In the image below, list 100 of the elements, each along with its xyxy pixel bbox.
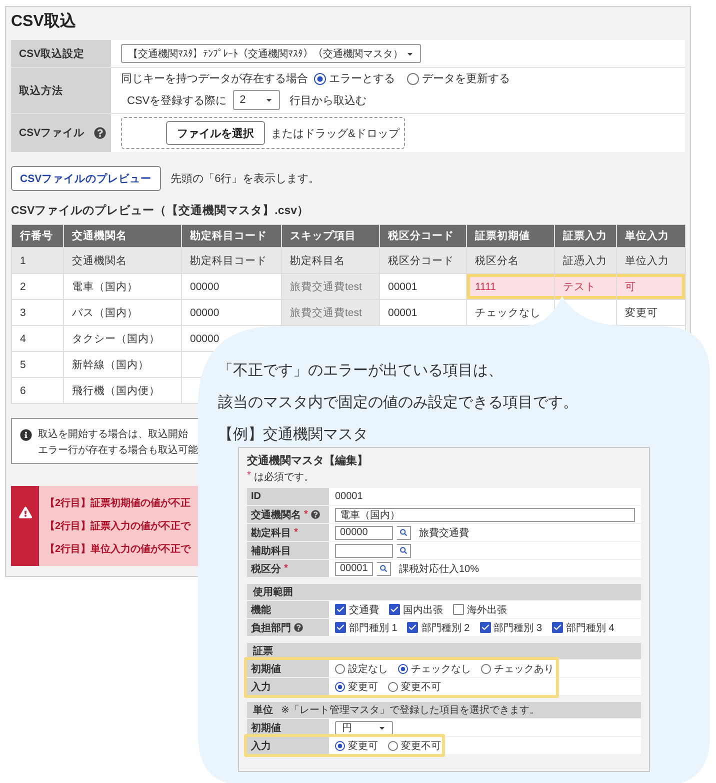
search-icon [380, 565, 387, 572]
checkbox[interactable] [389, 604, 400, 615]
radio-button[interactable] [407, 72, 419, 84]
checkbox-label: 交通費 [349, 604, 379, 616]
code-field[interactable]: 00001 [335, 562, 373, 576]
checkbox[interactable] [552, 622, 564, 633]
table-cell: 新幹線（国内） [64, 352, 182, 378]
radio-label: 変更可 [348, 740, 378, 752]
option-prompt: 同じキーを持つデータが存在する場合 [121, 72, 308, 86]
radio-button[interactable] [335, 682, 345, 692]
warning-icon [18, 506, 32, 519]
code-field[interactable]: 00000 [335, 526, 393, 540]
radio-button[interactable] [388, 740, 398, 750]
callout-text: 「不正です」のエラーが出ている項目は、 該当のマスタ内で固定の値のみ設定できる項目です。 [218, 361, 579, 413]
help-icon[interactable] [294, 623, 303, 632]
checkbox-label: 国内出張 [403, 604, 443, 616]
help-icon[interactable] [94, 127, 106, 139]
radio-button[interactable] [314, 72, 326, 84]
section-title: 使用範囲 [253, 586, 293, 599]
start-row-label: CSVを登録する際に [127, 94, 227, 108]
section-title: 単位 [253, 704, 273, 717]
checkbox[interactable] [407, 622, 418, 633]
text-field[interactable]: 電車（国内） [335, 508, 635, 522]
help-icon[interactable] [310, 510, 320, 519]
lookup-name: 旅費交通費 [419, 526, 469, 540]
field-label: 負担部門 [251, 622, 291, 634]
file-select-button[interactable]: ファイルを選択 [166, 121, 265, 145]
info-icon [20, 429, 32, 441]
table-cell: バス（国内） [64, 300, 182, 326]
search-button[interactable] [397, 544, 411, 558]
table-cell: 00001 [380, 274, 466, 300]
radio-label: 設定なし [348, 662, 388, 676]
section-note: ※「レート管理マスタ」で登録した項目を選択できます。 [281, 704, 540, 717]
table-cell: 勘定科目名 [282, 248, 380, 274]
drop-zone[interactable]: ファイルを選択 またはドラッグ&ドロップ [121, 117, 405, 149]
error-message: 【2行目】証票初期値の値が不正 [45, 496, 191, 510]
field-label: CSV取込設定 [19, 46, 85, 60]
radio-button[interactable] [398, 664, 408, 674]
table-cell: 勘定科目コード [182, 248, 282, 274]
table-cell: 税区分名 [466, 248, 554, 274]
checkbox[interactable] [480, 622, 491, 633]
column-header: スキップ項目 [282, 224, 380, 248]
radio-label: 変更可 [348, 680, 378, 694]
table-cell: 1111 [466, 274, 554, 300]
example-label: 【例】交通機関マスタ [218, 425, 369, 445]
checkbox-label: 部門種別 2 [421, 622, 470, 634]
preview-note: 先頭の「6行」を表示します。 [170, 172, 320, 186]
radio-label: 変更不可 [401, 680, 441, 694]
info-message: 取込を開始する場合は、取込開始 エラー行が存在する場合も取込可能 [38, 428, 198, 455]
field-label: 補助科目 [251, 544, 291, 558]
column-header: 勘定科目コード [182, 224, 282, 248]
checkbox[interactable] [335, 622, 346, 633]
radio-button[interactable] [388, 682, 398, 692]
table-cell: 飛行機（国内便） [64, 378, 182, 404]
code-field[interactable] [335, 544, 393, 558]
table-cell: 旅費交通費test [282, 300, 380, 326]
column-header: 証票入力 [554, 224, 616, 248]
table-cell: 旅費交通費test [282, 274, 380, 300]
column-header: 行番号 [12, 224, 64, 248]
table-cell: 証憑入力 [554, 248, 616, 274]
select-field[interactable]: 【交通機関ﾏｽﾀ】ﾃﾝﾌﾟﾚｰﾄ（交通機関ﾏｽﾀ）（交通機関マスタ） [121, 44, 421, 63]
start-row-suffix: 行目から取込む [290, 94, 367, 108]
checkbox-label: 部門種別 4 [566, 622, 614, 634]
search-icon [400, 547, 407, 554]
table-cell: 3 [12, 300, 64, 326]
drop-hint: またはドラッグ&ドロップ [271, 126, 400, 140]
radio-button[interactable] [335, 740, 345, 750]
error-message: 【2行目】証票入力の値が不正で [45, 520, 191, 533]
table-cell: 6 [12, 378, 64, 404]
checkbox-label: 部門種別 1 [349, 622, 398, 634]
caret-icon [264, 96, 273, 104]
radio-button[interactable] [481, 664, 491, 674]
table-cell: タクシー（国内） [64, 326, 182, 352]
radio-button[interactable] [335, 664, 345, 674]
table-cell: 交通機関名 [64, 248, 182, 274]
table-cell: 2 [12, 274, 64, 300]
search-button[interactable] [397, 526, 411, 540]
checkbox[interactable] [335, 604, 346, 615]
table-cell: 可 [616, 274, 686, 300]
radio-label: チェックあり [494, 662, 554, 676]
search-button[interactable] [377, 562, 391, 576]
field-label: 税区分 [251, 562, 281, 576]
required-note: は必須です。 [254, 470, 314, 484]
error-message: 【2行目】単位入力の値が不正で [45, 542, 191, 556]
field-label: 機能 [251, 604, 271, 616]
required-mark: * [304, 509, 308, 520]
column-header: 単位入力 [616, 224, 686, 248]
table-cell: 5 [12, 352, 64, 378]
field-label: 取込方法 [19, 84, 63, 98]
checkbox-label: 部門種別 3 [494, 622, 542, 634]
section-title: 証票 [253, 644, 273, 658]
field-label: 交通機関名 [251, 508, 301, 522]
checkbox[interactable] [453, 604, 464, 615]
radio-label: データを更新する [422, 72, 510, 86]
table-cell: 単位入力 [616, 248, 686, 274]
column-header: 税区分コード [380, 224, 466, 248]
select-field[interactable]: 2 [232, 90, 280, 110]
field-label: 初期値 [251, 721, 281, 734]
select-field[interactable]: 円 [335, 720, 393, 734]
preview-button[interactable]: CSVファイルのプレビュー [11, 166, 161, 191]
